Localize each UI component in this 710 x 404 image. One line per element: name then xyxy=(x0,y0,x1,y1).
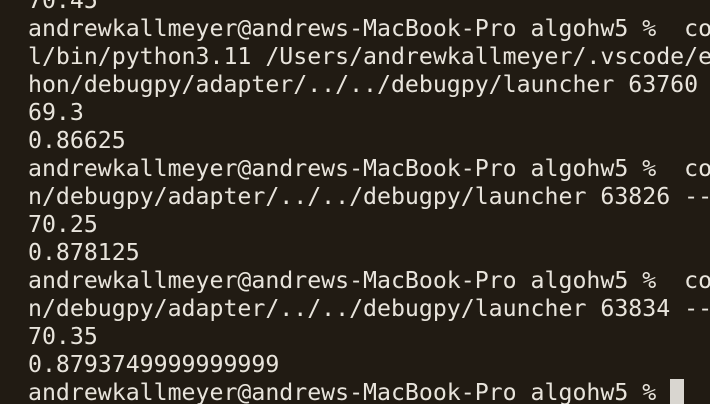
terminal-window[interactable]: 70.45 andrewkallmeyer@andrews-MacBook-Pr… xyxy=(0,0,710,404)
output-line: 70.25 xyxy=(28,211,98,238)
command-continuation-line: n/debugpy/adapter/../../debugpy/launcher… xyxy=(28,295,710,322)
command-line: andrewkallmeyer@andrews-MacBook-Pro algo… xyxy=(28,267,710,294)
command-continuation-line: l/bin/python3.11 /Users/andrewkallmeyer/… xyxy=(28,43,710,70)
prompt-text: andrewkallmeyer@andrews-MacBook-Pro algo… xyxy=(28,379,671,404)
output-line: 70.45 xyxy=(28,0,98,14)
command-line: andrewkallmeyer@andrews-MacBook-Pro algo… xyxy=(28,15,710,42)
command-line: andrewkallmeyer@andrews-MacBook-Pro algo… xyxy=(28,155,710,182)
output-line: 0.8793749999999999 xyxy=(28,351,280,378)
terminal-output: 70.45 andrewkallmeyer@andrews-MacBook-Pr… xyxy=(28,0,710,404)
command-continuation-line: n/debugpy/adapter/../../debugpy/launcher… xyxy=(28,183,710,210)
output-line: 70.35 xyxy=(28,323,98,350)
current-prompt-line[interactable]: andrewkallmeyer@andrews-MacBook-Pro algo… xyxy=(28,379,710,404)
output-line: 69.3 xyxy=(28,99,84,126)
output-line: 0.86625 xyxy=(28,127,126,154)
text-cursor[interactable] xyxy=(670,379,685,404)
output-line: 0.878125 xyxy=(28,239,140,266)
command-continuation-line: hon/debugpy/adapter/../../debugpy/launch… xyxy=(28,71,710,98)
